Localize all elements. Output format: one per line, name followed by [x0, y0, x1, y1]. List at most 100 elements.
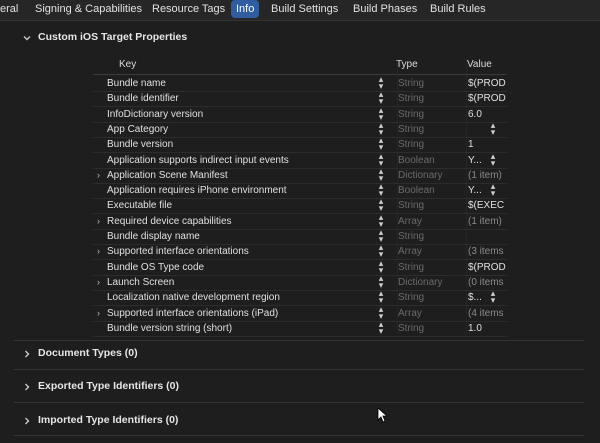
row-key[interactable]: Bundle identifier: [107, 93, 179, 104]
row-key[interactable]: Bundle version: [107, 139, 173, 150]
row-key[interactable]: App Category: [107, 124, 168, 135]
row-type[interactable]: String: [398, 109, 424, 120]
row-key[interactable]: InfoDictionary version: [107, 109, 203, 120]
row-key[interactable]: Bundle display name: [107, 231, 200, 242]
up-down-stepper-icon[interactable]: ▴ ▾: [375, 75, 387, 91]
row-type[interactable]: String: [398, 262, 424, 273]
table-row[interactable]: Bundle name ▴ ▾ String $(PROD: [93, 75, 507, 92]
chevron-right-icon[interactable]: ›: [97, 246, 100, 256]
up-down-stepper-icon[interactable]: ▴ ▾: [375, 136, 387, 152]
row-value[interactable]: $...: [468, 292, 506, 303]
row-key[interactable]: Application supports indirect input even…: [107, 155, 289, 166]
row-key[interactable]: Localization native development region: [107, 292, 280, 303]
chevron-right-icon[interactable]: ›: [97, 277, 100, 287]
row-value[interactable]: (0 items: [468, 277, 506, 288]
up-down-stepper-icon[interactable]: ▴ ▾: [375, 319, 387, 335]
row-value[interactable]: $(PROD: [468, 78, 506, 89]
row-type[interactable]: String: [398, 200, 424, 211]
row-type[interactable]: String: [398, 231, 424, 242]
up-down-stepper-icon[interactable]: ▴ ▾: [375, 258, 387, 274]
table-row[interactable]: App Category ▴ ▾ String ▴ ▾: [93, 120, 507, 138]
tab-build-phases[interactable]: Build Phases: [353, 0, 417, 18]
chevron-right-icon[interactable]: [22, 382, 32, 392]
row-key[interactable]: Bundle name: [107, 78, 166, 89]
tab-general[interactable]: eral: [0, 0, 18, 18]
row-value[interactable]: $(PROD: [468, 93, 506, 104]
column-separator[interactable]: [397, 58, 398, 333]
up-down-stepper-icon[interactable]: ▴ ▾: [375, 228, 387, 244]
table-row[interactable]: › Required device capabilities ▴ ▾ Array (1 i…: [93, 212, 507, 230]
up-down-stepper-icon[interactable]: ▴ ▾: [375, 182, 387, 198]
row-value[interactable]: 1.0: [468, 323, 506, 334]
row-value[interactable]: $(EXEC: [468, 200, 506, 211]
row-type[interactable]: Array: [398, 246, 422, 257]
row-value[interactable]: Y...: [468, 185, 506, 196]
tab-info[interactable]: Info: [231, 0, 260, 18]
table-row[interactable]: Bundle version ▴ ▾ String 1: [93, 136, 507, 154]
column-header-type[interactable]: Type: [396, 59, 418, 70]
up-down-stepper-icon[interactable]: ▴ ▾: [375, 289, 387, 305]
chevron-right-icon[interactable]: [22, 349, 32, 359]
row-type[interactable]: String: [398, 124, 424, 135]
row-type[interactable]: String: [398, 323, 424, 334]
row-type[interactable]: String: [398, 139, 424, 150]
value-popup-stepper-icon[interactable]: ▴ ▾: [488, 151, 498, 167]
tab-build-rules[interactable]: Build Rules: [430, 0, 486, 18]
row-type[interactable]: Dictionary: [398, 277, 442, 288]
row-type[interactable]: Array: [398, 216, 422, 227]
up-down-stepper-icon[interactable]: ▴ ▾: [375, 243, 387, 259]
row-value[interactable]: 1: [468, 139, 506, 150]
up-down-stepper-icon[interactable]: ▴ ▾: [375, 105, 387, 121]
tab-resource-tags[interactable]: Resource Tags: [152, 0, 225, 18]
value-popup-stepper-icon[interactable]: ▴ ▾: [488, 182, 498, 198]
column-separator[interactable]: [466, 58, 467, 333]
row-type[interactable]: String: [398, 93, 424, 104]
row-key[interactable]: Bundle OS Type code: [107, 262, 204, 273]
row-value[interactable]: (4 items: [468, 308, 506, 319]
row-value[interactable]: (1 item): [468, 216, 506, 227]
table-row[interactable]: Executable file ▴ ▾ String $(EXEC: [93, 197, 507, 215]
value-popup-stepper-icon[interactable]: ▴ ▾: [488, 289, 498, 305]
chevron-right-icon[interactable]: [22, 416, 32, 426]
row-key[interactable]: Supported interface orientations (iPad): [107, 308, 278, 319]
up-down-stepper-icon[interactable]: ▴ ▾: [375, 273, 387, 289]
row-type[interactable]: Dictionary: [398, 170, 442, 181]
up-down-stepper-icon[interactable]: ▴ ▾: [375, 151, 387, 167]
row-type[interactable]: Array: [398, 308, 422, 319]
table-row[interactable]: › Supported interface orientations ▴ ▾ Array…: [93, 243, 507, 261]
table-row[interactable]: › Application Scene Manifest ▴ ▾ Dictionary (…: [93, 166, 507, 184]
section-custom-ios-target-properties[interactable]: Custom iOS Target Properties: [0, 29, 600, 49]
table-row[interactable]: › Supported interface orientations (iPad)…: [93, 304, 507, 322]
up-down-stepper-icon[interactable]: ▴ ▾: [375, 120, 387, 136]
row-key[interactable]: Launch Screen: [107, 277, 174, 288]
row-key[interactable]: Supported interface orientations: [107, 246, 249, 257]
table-row[interactable]: › Launch Screen ▴ ▾ Dictionary (0 items: [93, 273, 507, 291]
chevron-right-icon[interactable]: ›: [97, 308, 100, 318]
up-down-stepper-icon[interactable]: ▴ ▾: [375, 197, 387, 213]
row-type[interactable]: String: [398, 292, 424, 303]
row-type[interactable]: Boolean: [398, 155, 435, 166]
chevron-right-icon[interactable]: ›: [97, 216, 100, 226]
table-row[interactable]: Bundle version string (short) ▴ ▾ String 1.0: [93, 319, 507, 337]
tab-build-settings[interactable]: Build Settings: [271, 0, 338, 18]
table-row[interactable]: Bundle identifier ▴ ▾ String $(PROD: [93, 90, 507, 108]
column-header-value[interactable]: Value: [467, 59, 492, 70]
row-value[interactable]: Y...: [468, 155, 506, 166]
row-key[interactable]: Required device capabilities: [107, 216, 232, 227]
table-row[interactable]: Application supports indirect input even…: [93, 151, 507, 169]
section-document-types[interactable]: Document Types (0): [0, 345, 600, 365]
row-type[interactable]: Boolean: [398, 185, 435, 196]
row-key[interactable]: Application requires iPhone environment: [107, 185, 287, 196]
chevron-down-icon[interactable]: [22, 33, 32, 43]
up-down-stepper-icon[interactable]: ▴ ▾: [375, 166, 387, 182]
up-down-stepper-icon[interactable]: ▴ ▾: [375, 304, 387, 320]
row-type[interactable]: String: [398, 78, 424, 89]
row-key[interactable]: Application Scene Manifest: [107, 170, 228, 181]
up-down-stepper-icon[interactable]: ▴ ▾: [375, 212, 387, 228]
row-key[interactable]: Executable file: [107, 200, 172, 211]
up-down-stepper-icon[interactable]: ▴ ▾: [375, 90, 387, 106]
table-row[interactable]: InfoDictionary version ▴ ▾ String 6.0: [93, 105, 507, 123]
row-value[interactable]: $(PROD: [468, 262, 506, 273]
chevron-right-icon[interactable]: ›: [97, 170, 100, 180]
tab-signing-capabilities[interactable]: Signing & Capabilities: [35, 0, 142, 18]
